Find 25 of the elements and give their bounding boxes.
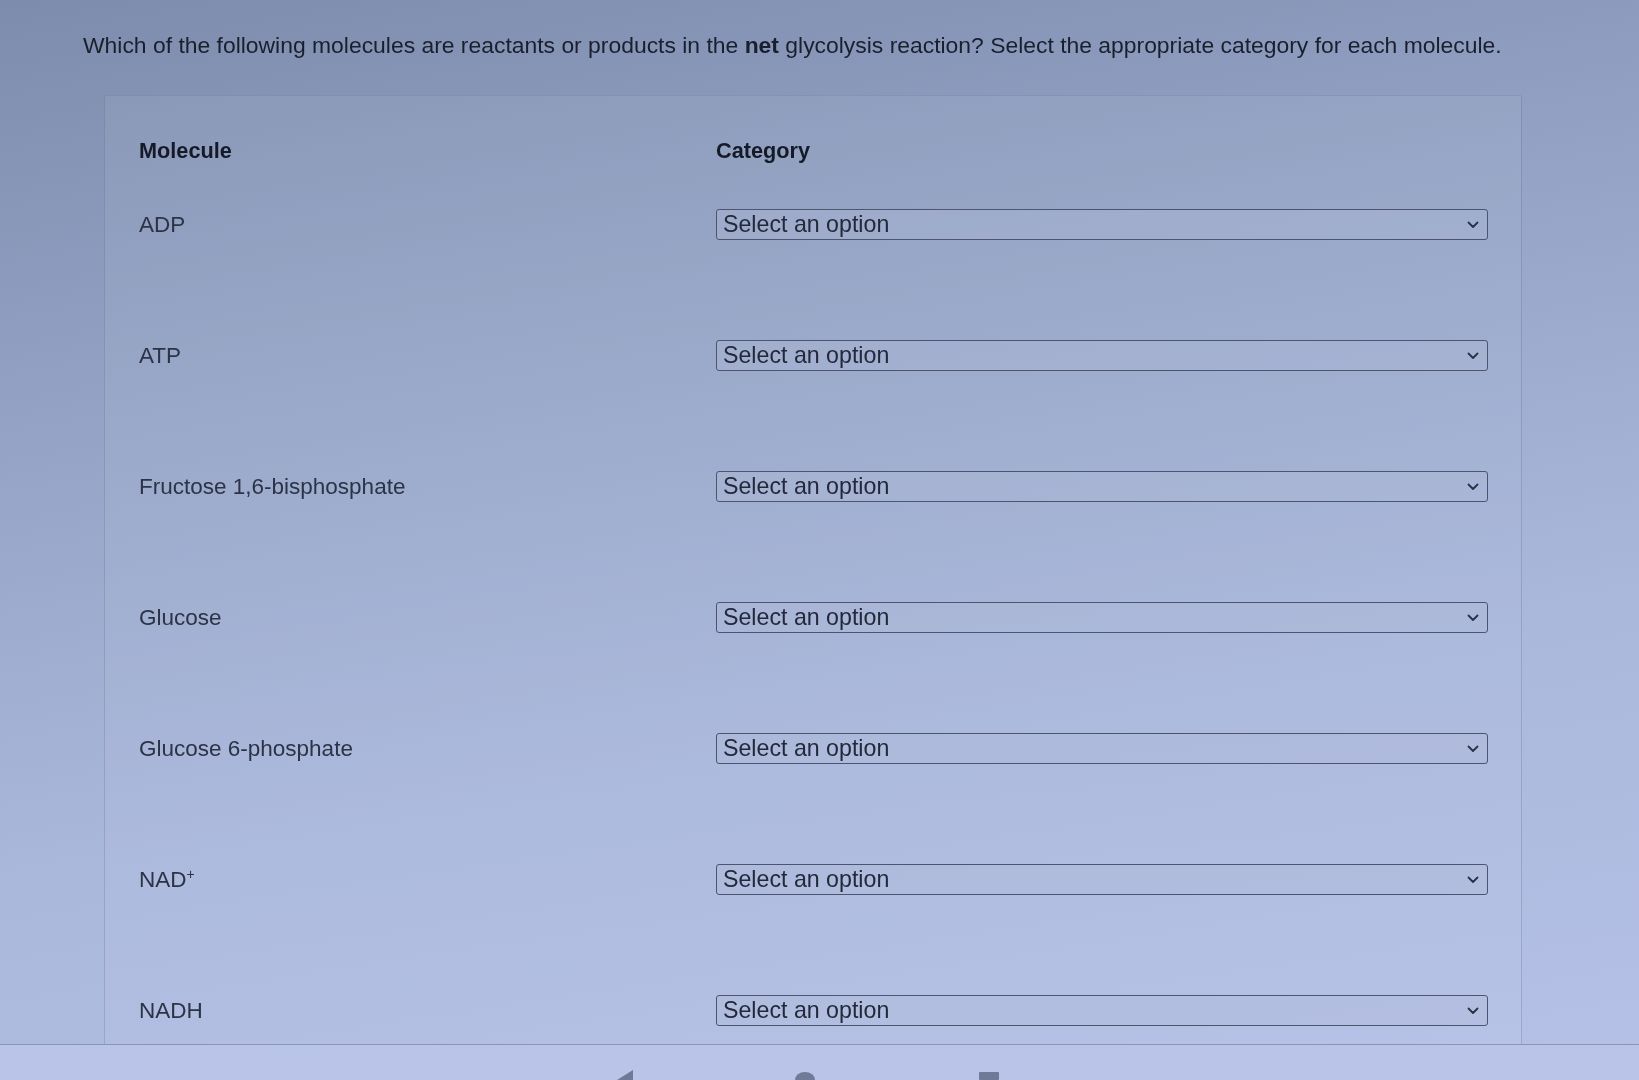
molecule-label: NADH — [139, 997, 203, 1024]
category-dropdown[interactable]: Select an option — [716, 340, 1488, 371]
category-dropdown[interactable]: Select an option — [716, 864, 1488, 895]
molecule-label: Glucose 6-phosphate — [139, 735, 353, 762]
category-dropdown[interactable]: Select an option — [716, 471, 1488, 502]
question-text: Which of the following molecules are reactants or products in the net glycolysis reaction? Select the appropriate category for each molecule. — [83, 31, 1502, 59]
triangle-icon[interactable] — [617, 1070, 633, 1080]
molecule-label: ATP — [139, 342, 182, 369]
caret-icon — [1467, 220, 1479, 229]
molecule-label: Glucose — [139, 604, 222, 631]
molecule-label: ADP — [139, 211, 186, 238]
category-dropdown[interactable]: Select an option — [716, 209, 1488, 240]
molecule-label: Fructose 1,6-bisphosphate — [139, 473, 406, 500]
caret-icon — [1467, 1006, 1479, 1015]
category-dropdown[interactable]: Select an option — [716, 602, 1488, 633]
column-header: Category — [716, 138, 810, 164]
caret-icon — [1467, 351, 1479, 360]
category-dropdown[interactable]: Select an option — [716, 733, 1488, 764]
category-dropdown[interactable]: Select an option — [716, 995, 1488, 1026]
column-header: Molecule — [139, 138, 232, 164]
caret-icon — [1467, 482, 1479, 491]
caret-icon — [1467, 613, 1479, 622]
caret-icon — [1467, 744, 1479, 753]
molecule-label: NAD$^{+}$ — [139, 866, 195, 893]
caret-icon — [1467, 875, 1479, 884]
